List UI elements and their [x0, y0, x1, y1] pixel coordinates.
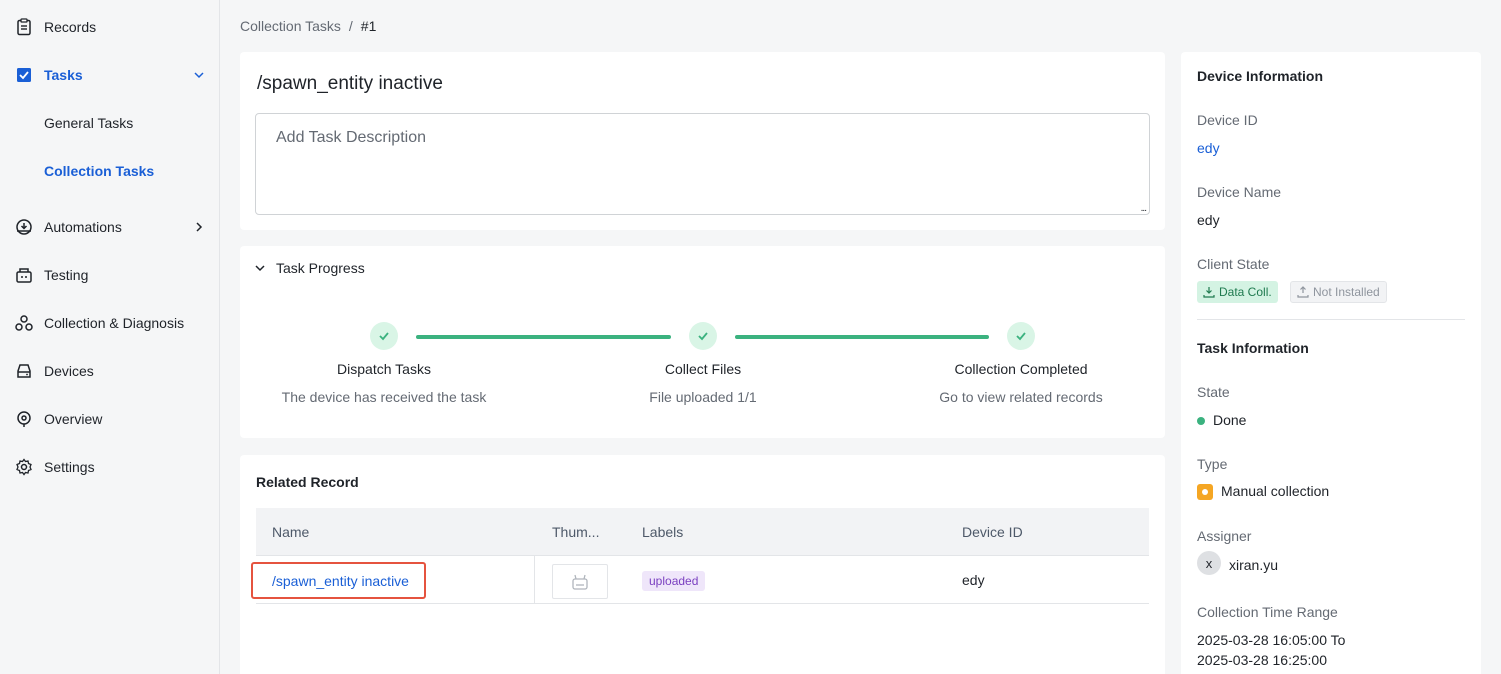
sidebar-item-label: Automations	[44, 219, 122, 235]
sidebar-item-records[interactable]: Records	[0, 7, 219, 47]
status-dot-icon	[1197, 417, 1205, 426]
assigner-name: xiran.yu	[1229, 557, 1279, 573]
step-title: Collect Files	[664, 361, 742, 377]
table-header: Name Thum... Labels Device ID	[256, 508, 1149, 556]
sidebar-item-automations[interactable]: Automations	[0, 207, 219, 247]
record-name-highlight: /spawn_entity inactive	[251, 562, 426, 599]
automation-icon	[14, 217, 34, 237]
step-description: The device has received the task	[281, 389, 487, 405]
section-divider	[1197, 319, 1465, 320]
state-text: Done	[1213, 412, 1247, 428]
sidebar: Records Tasks General Tasks Collection T…	[0, 0, 220, 674]
badge-label: Not Installed	[1313, 285, 1380, 299]
task-title-card: /spawn_entity inactive Add Task Descript…	[240, 52, 1165, 230]
info-panel: Device Information Device ID edy Device …	[1181, 52, 1481, 674]
status-badge: Data Coll.	[1197, 281, 1278, 303]
avatar: x	[1197, 551, 1221, 575]
badge-label: Data Coll.	[1219, 285, 1272, 299]
collection-time-end: 2025-03-28 16:25:00	[1197, 652, 1327, 668]
sidebar-item-label: Devices	[44, 363, 94, 379]
page-title[interactable]: /spawn_entity inactive	[257, 73, 443, 95]
type-text: Manual collection	[1221, 483, 1330, 499]
robot-placeholder-icon	[572, 574, 588, 590]
sidebar-item-overview[interactable]: Overview	[0, 399, 219, 439]
sidebar-item-testing[interactable]: Testing	[0, 255, 219, 295]
sidebar-item-devices[interactable]: Devices	[0, 351, 219, 391]
step-connector	[416, 335, 671, 339]
column-header-thumbnail[interactable]: Thum...	[552, 524, 599, 540]
device-icon	[14, 361, 34, 381]
device-id-cell: edy	[962, 572, 985, 588]
gear-icon	[14, 457, 34, 477]
sidebar-item-collection-tasks[interactable]: Collection Tasks	[0, 151, 219, 191]
sidebar-item-general-tasks[interactable]: General Tasks	[0, 103, 219, 143]
sidebar-item-label: Overview	[44, 411, 103, 427]
sidebar-item-label: Tasks	[44, 67, 83, 83]
testing-icon	[14, 265, 34, 285]
sidebar-item-label: Testing	[44, 267, 89, 283]
device-id-link[interactable]: edy	[1197, 140, 1220, 156]
sidebar-item-tasks[interactable]: Tasks	[0, 55, 219, 95]
type-value: Manual collection	[1197, 483, 1330, 501]
sidebar-item-label: Settings	[44, 459, 95, 475]
sidebar-item-settings[interactable]: Settings	[0, 447, 219, 487]
column-divider	[534, 556, 535, 604]
download-icon	[1203, 287, 1215, 298]
client-state-label: Client State	[1197, 256, 1270, 272]
breadcrumb-current: #1	[360, 18, 377, 34]
related-record-card: Related Record Name Thum... Labels Devic…	[240, 455, 1165, 674]
resize-grip-icon[interactable]: ...	[1141, 203, 1147, 214]
collection-time-range-label: Collection Time Range	[1197, 604, 1338, 620]
step-description: Go to view related records	[939, 389, 1103, 405]
step-title: Dispatch Tasks	[337, 361, 431, 377]
step-complete-icon	[1007, 322, 1035, 350]
status-badge: Not Installed	[1290, 281, 1387, 303]
column-header-device-id[interactable]: Device ID	[962, 524, 1023, 540]
sidebar-item-collection-diagnosis[interactable]: Collection & Diagnosis	[0, 303, 219, 343]
chevron-down-icon	[193, 69, 205, 81]
diagnosis-icon	[14, 313, 34, 333]
sidebar-item-label: Records	[44, 19, 97, 35]
step-complete-icon	[689, 322, 717, 350]
chevron-down-icon	[255, 265, 265, 272]
record-thumbnail[interactable]	[552, 564, 608, 599]
state-label: State	[1197, 384, 1230, 400]
task-progress-card: Task Progress Dispatch Tasks The device …	[240, 246, 1165, 438]
column-header-name[interactable]: Name	[272, 524, 309, 540]
task-progress-title: Task Progress	[276, 260, 365, 276]
column-header-labels[interactable]: Labels	[642, 524, 683, 540]
device-name-value: edy	[1197, 212, 1220, 228]
table-row[interactable]: /spawn_entity inactive uploaded edy	[251, 556, 1149, 604]
label-tag: uploaded	[642, 571, 706, 591]
overview-icon	[14, 409, 34, 429]
manual-collection-icon	[1197, 484, 1213, 501]
breadcrumb: Collection Tasks / #1	[240, 18, 376, 34]
sidebar-item-label: Collection & Diagnosis	[44, 315, 185, 331]
collection-time-start: 2025-03-28 16:05:00 To	[1197, 632, 1346, 648]
state-value: Done	[1197, 412, 1246, 428]
type-label: Type	[1197, 456, 1228, 472]
device-name-label: Device Name	[1197, 184, 1282, 200]
record-name-link[interactable]: /spawn_entity inactive	[272, 573, 409, 589]
step-description: File uploaded 1/1	[649, 389, 757, 405]
sidebar-item-label: General Tasks	[44, 115, 134, 131]
sidebar-item-label: Collection Tasks	[44, 163, 155, 179]
description-placeholder: Add Task Description	[276, 129, 426, 146]
step-connector	[735, 335, 989, 339]
breadcrumb-separator: /	[348, 18, 353, 34]
assigner-label: Assigner	[1197, 528, 1252, 544]
task-progress-toggle[interactable]: Task Progress	[254, 260, 365, 276]
step-title: Collection Completed	[954, 361, 1088, 377]
task-description-input[interactable]: Add Task Description ...	[255, 113, 1150, 215]
chevron-right-icon	[193, 221, 205, 233]
task-information-title: Task Information	[1197, 340, 1309, 356]
related-record-title: Related Record	[256, 474, 359, 490]
step-complete-icon	[370, 322, 398, 350]
install-icon	[1297, 286, 1309, 298]
breadcrumb-parent-link[interactable]: Collection Tasks	[240, 18, 341, 34]
tasks-icon	[14, 65, 34, 85]
clipboard-icon	[14, 17, 34, 37]
device-information-title: Device Information	[1197, 68, 1324, 84]
device-id-label: Device ID	[1197, 112, 1258, 128]
